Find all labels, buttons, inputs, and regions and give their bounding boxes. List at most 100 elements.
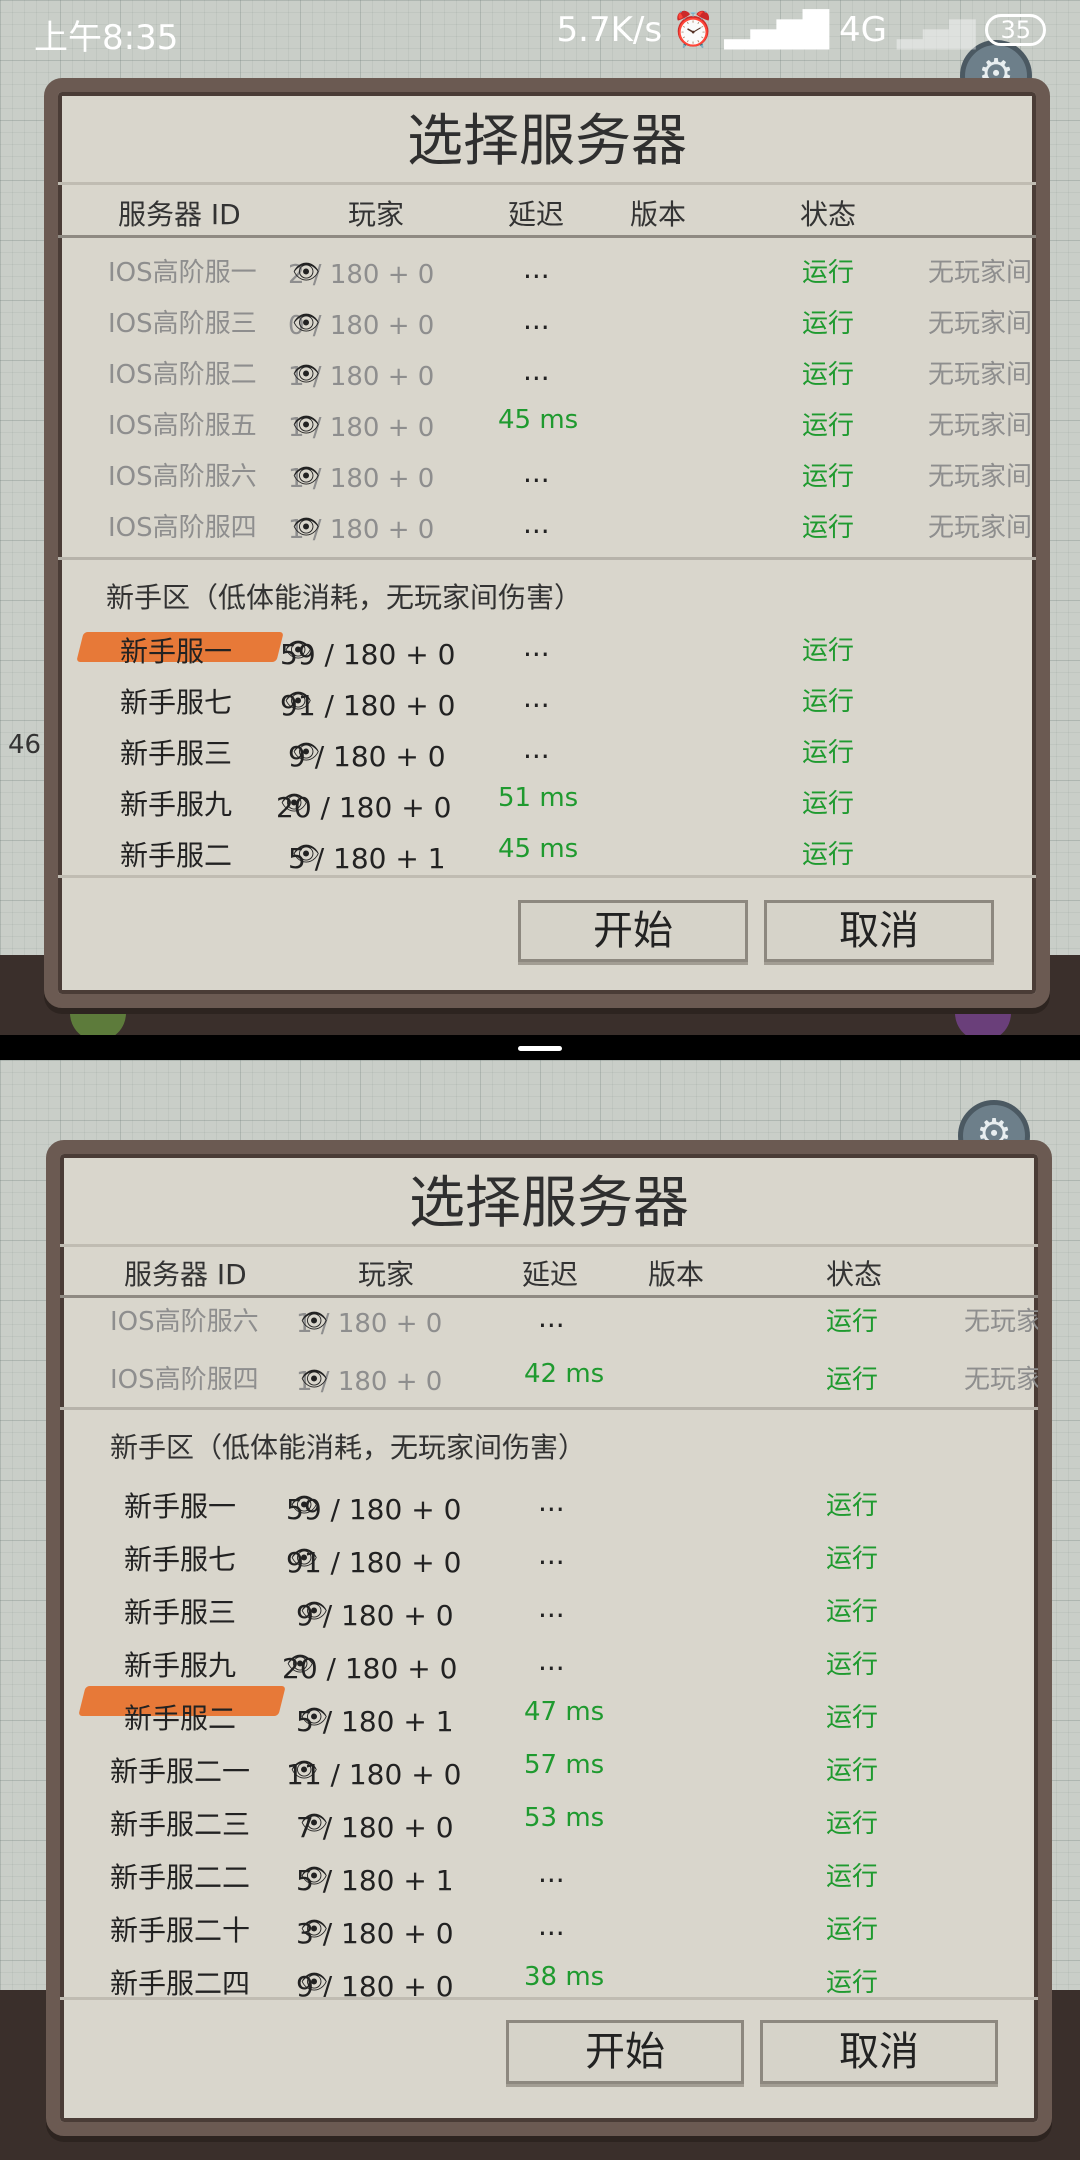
status-bar: 上午8:35 5.7K/s ⏰ ▂▄▆█ 4G ▂▄▆ 35 — [0, 0, 1080, 66]
server-row[interactable]: 新手服九 20 / 180 + 0 👁 51 ms 运行 — [58, 775, 1036, 826]
server-row[interactable]: 新手服一 59 / 180 + 0 👁 ... 运行 — [58, 622, 1036, 673]
start-button[interactable]: 开始 — [506, 2020, 744, 2084]
latency: ... — [538, 1644, 565, 1677]
server-row[interactable]: 新手服七 91 / 180 + 0 👁 ... 运行 — [60, 1530, 1038, 1583]
server-name: 新手服二四 — [110, 1967, 251, 2000]
server-row[interactable]: 新手服二十 3 / 180 + 0 👁 ... 运行 — [60, 1901, 1038, 1954]
start-button[interactable]: 开始 — [518, 900, 748, 962]
newbie-server-list[interactable]: 新手服一 59 / 180 + 0 👁 ... 运行 新手服七 91 / 180 … — [58, 622, 1036, 882]
latency: ... — [538, 1538, 565, 1571]
eye-icon[interactable]: 👁 — [292, 362, 320, 387]
dialog-title: 选择服务器 — [58, 92, 1036, 185]
server-name: IOS高阶服五 — [108, 411, 257, 441]
eye-icon[interactable]: 👁 — [300, 1811, 328, 1836]
eye-icon[interactable]: 👁 — [286, 1652, 314, 1677]
server-name: 新手服三 — [120, 737, 233, 770]
latency: 45 ms — [498, 405, 579, 435]
server-row[interactable]: IOS高阶服二 1 / 180 + 0 👁 ... 运行 无玩家间 — [58, 346, 1036, 397]
server-row[interactable]: IOS高阶服三 0 / 180 + 0 👁 ... 运行 无玩家间 — [58, 295, 1036, 346]
server-row[interactable]: 新手服二一 11 / 180 + 0 👁 57 ms 运行 — [60, 1742, 1038, 1795]
server-row[interactable]: 新手服三 9 / 180 + 0 👁 ... 运行 — [60, 1583, 1038, 1636]
eye-icon[interactable]: 👁 — [300, 1917, 328, 1942]
status: 运行 — [802, 687, 855, 717]
status: 运行 — [826, 1703, 879, 1733]
split-screen-handle[interactable] — [518, 1046, 562, 1051]
server-row[interactable]: IOS高阶服五 1 / 180 + 0 👁 45 ms 运行 无玩家间 — [58, 397, 1036, 448]
cancel-button[interactable]: 取消 — [760, 2020, 998, 2084]
eye-icon[interactable]: 👁 — [290, 1758, 318, 1783]
eye-icon[interactable]: 👁 — [292, 515, 320, 540]
eye-icon[interactable]: 👁 — [292, 260, 320, 285]
latency: ... — [538, 1485, 565, 1518]
server-name: IOS高阶服三 — [108, 309, 257, 339]
latency: 45 ms — [498, 834, 579, 864]
cancel-button[interactable]: 取消 — [764, 900, 994, 962]
latency: 53 ms — [524, 1803, 605, 1833]
server-row[interactable]: IOS高阶服六 1 / 180 + 0 👁 ... 运行 无玩家间 — [58, 448, 1036, 499]
network-type: 4G — [839, 10, 887, 50]
eye-icon[interactable]: 👁 — [300, 1705, 328, 1730]
server-row[interactable]: 新手服一 59 / 180 + 0 👁 ... 运行 — [60, 1477, 1038, 1530]
server-row[interactable]: 新手服九 20 / 180 + 0 👁 ... 运行 — [60, 1636, 1038, 1689]
eye-icon[interactable]: 👁 — [292, 740, 320, 765]
latency: ... — [523, 681, 550, 714]
header-server-id: 服务器 ID — [118, 198, 241, 231]
server-row[interactable]: 新手服三 9 / 180 + 0 👁 ... 运行 — [58, 724, 1036, 775]
status: 运行 — [802, 840, 855, 870]
eye-icon[interactable]: 👁 — [300, 1970, 328, 1995]
server-row[interactable]: IOS高阶服六 1 / 180 + 0 👁 ... 运行 无玩家 — [60, 1299, 1038, 1351]
latency: 57 ms — [524, 1750, 605, 1780]
eye-icon[interactable]: 👁 — [300, 1599, 328, 1624]
latency: 51 ms — [498, 783, 579, 813]
server-name: 新手服九 — [124, 1649, 237, 1682]
server-row[interactable]: IOS高阶服一 2 / 180 + 0 👁 ... 运行 无玩家间 — [58, 244, 1036, 295]
eye-icon[interactable]: 👁 — [292, 842, 320, 867]
server-row[interactable]: IOS高阶服四 1 / 180 + 0 👁 ... 运行 无玩家间 — [58, 499, 1036, 550]
server-name: 新手服九 — [120, 788, 233, 821]
header-version: 版本 — [630, 198, 687, 231]
status: 运行 — [826, 1544, 879, 1574]
latency: ... — [523, 456, 550, 489]
latency: ... — [523, 507, 550, 540]
table-header: 服务器 ID 玩家 延迟 版本 状态 — [60, 1247, 1038, 1298]
newbie-server-list[interactable]: 新手服一 59 / 180 + 0 👁 ... 运行 新手服七 91 / 180 … — [60, 1477, 1038, 2007]
eye-icon[interactable]: 👁 — [290, 1493, 318, 1518]
dialog-title: 选择服务器 — [60, 1154, 1038, 1247]
server-name: 新手服二 — [120, 839, 233, 872]
latency: 47 ms — [524, 1697, 605, 1727]
status: 运行 — [802, 462, 855, 492]
latency: 42 ms — [524, 1359, 605, 1389]
server-note: 无玩家间 — [928, 360, 1033, 390]
status: 运行 — [826, 1365, 879, 1395]
alarm-icon: ⏰ — [672, 10, 715, 50]
header-status: 状态 — [800, 198, 857, 231]
section-divider — [58, 557, 1036, 560]
eye-icon[interactable]: 👁 — [290, 1546, 318, 1571]
eye-icon[interactable]: 👁 — [292, 464, 320, 489]
server-name: 新手服二 — [124, 1702, 237, 1735]
server-name: 新手服二二 — [110, 1861, 251, 1894]
eye-icon[interactable]: 👁 — [292, 413, 320, 438]
server-row[interactable]: 新手服二 5 / 180 + 1 👁 47 ms 运行 — [60, 1689, 1038, 1742]
eye-icon[interactable]: 👁 — [280, 791, 308, 816]
ios-server-list[interactable]: IOS高阶服一 2 / 180 + 0 👁 ... 运行 无玩家间 IOS高阶服三… — [58, 244, 1036, 550]
server-name: IOS高阶服六 — [108, 462, 257, 492]
ios-server-list[interactable]: IOS高阶服六 1 / 180 + 0 👁 ... 运行 无玩家 IOS高阶服四 … — [60, 1299, 1038, 1399]
server-row[interactable]: 新手服二 5 / 180 + 1 👁 45 ms 运行 — [58, 826, 1036, 877]
eye-icon[interactable]: 👁 — [300, 1367, 328, 1392]
latency: ... — [538, 1301, 565, 1334]
signal-empty-icon: ▂▄▆ — [897, 10, 976, 50]
eye-icon[interactable]: 👁 — [284, 638, 312, 663]
server-row[interactable]: IOS高阶服四 1 / 180 + 0 👁 42 ms 运行 无玩家 — [60, 1351, 1038, 1399]
server-row[interactable]: 新手服二三 7 / 180 + 0 👁 53 ms 运行 — [60, 1795, 1038, 1848]
server-row[interactable]: 新手服二二 5 / 180 + 1 👁 ... 运行 — [60, 1848, 1038, 1901]
status: 运行 — [802, 513, 855, 543]
eye-icon[interactable]: 👁 — [292, 311, 320, 336]
server-row[interactable]: 新手服七 91 / 180 + 0 👁 ... 运行 — [58, 673, 1036, 724]
status: 运行 — [802, 636, 855, 666]
eye-icon[interactable]: 👁 — [300, 1864, 328, 1889]
status: 运行 — [826, 1756, 879, 1786]
eye-icon[interactable]: 👁 — [300, 1309, 328, 1334]
eye-icon[interactable]: 👁 — [284, 689, 312, 714]
latency: 38 ms — [524, 1962, 605, 1992]
